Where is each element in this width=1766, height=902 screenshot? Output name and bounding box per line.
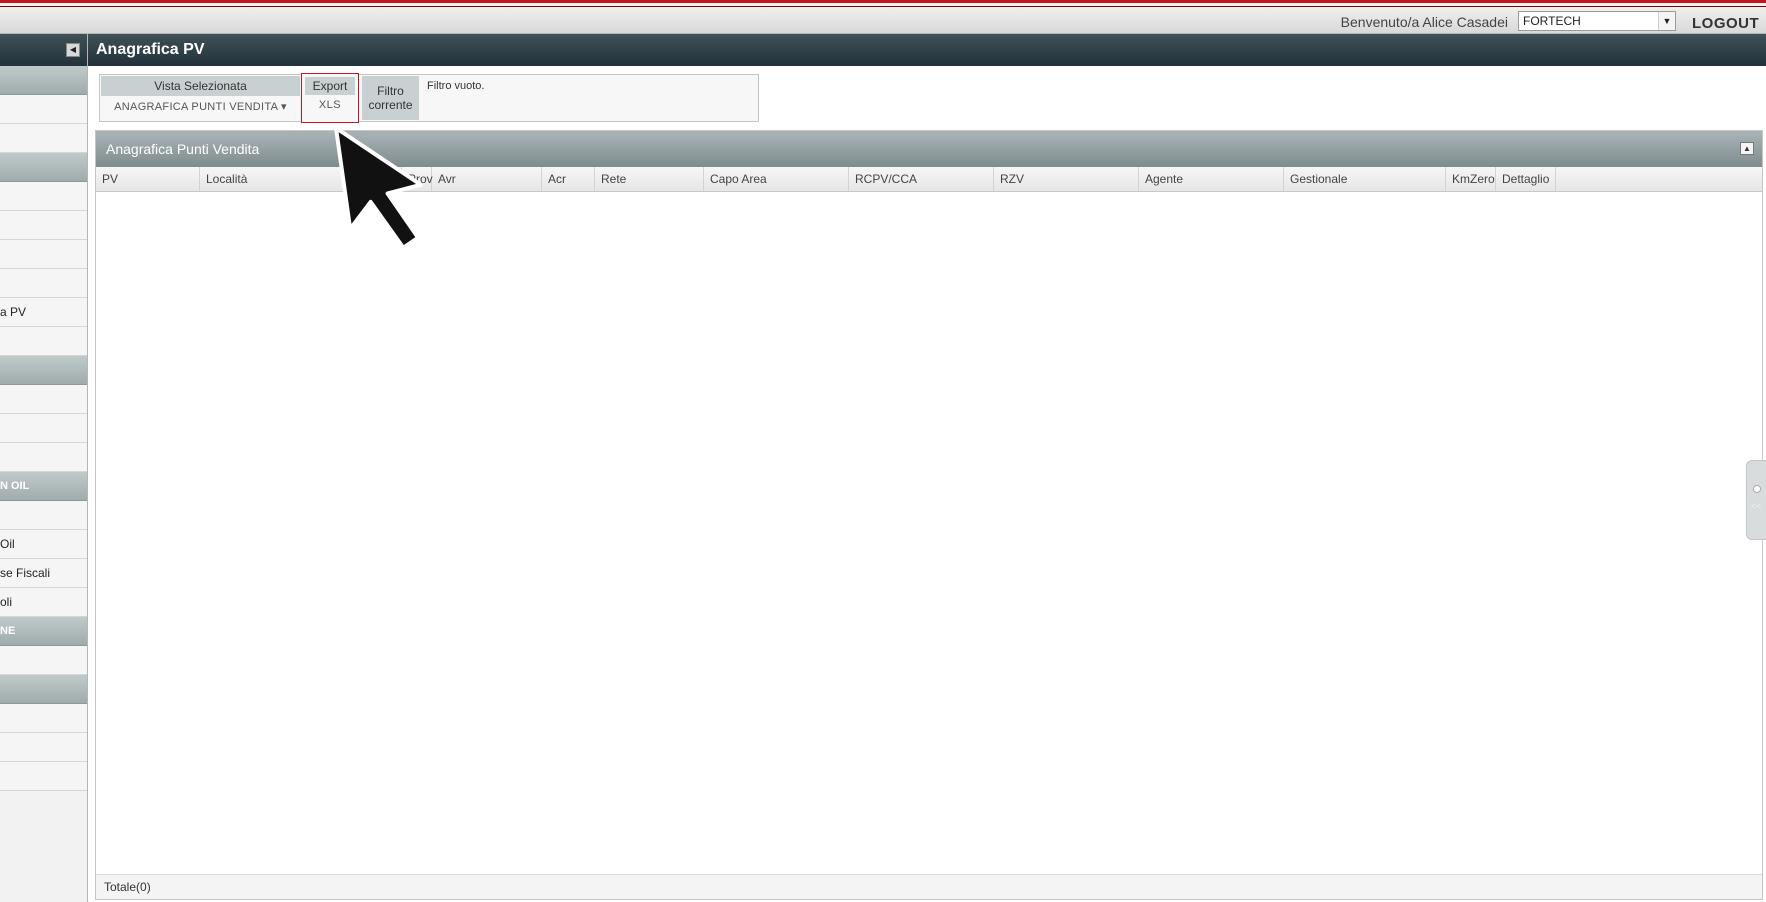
page-title: Anagrafica PV — [96, 41, 205, 58]
sidebar-item[interactable] — [0, 414, 87, 443]
sidebar-group-header[interactable]: N OIL — [0, 472, 87, 501]
sidebar-item[interactable] — [0, 95, 87, 124]
top-bar: Benvenuto/a Alice Casadei FORTECH ▼ LOGO… — [0, 0, 1766, 34]
column-header[interactable]: PV — [96, 167, 200, 191]
column-header[interactable]: RZV — [994, 167, 1139, 191]
sidebar-group-header[interactable] — [0, 675, 87, 704]
column-header[interactable]: RCPV/CCA — [849, 167, 994, 191]
current-filter-label: Filtro corrente — [362, 76, 419, 120]
sidebar-item[interactable] — [0, 182, 87, 211]
chevron-left-icon: << — [1751, 501, 1762, 511]
column-header[interactable]: Capo Area — [704, 167, 849, 191]
welcome-text: Benvenuto/a Alice Casadei — [1340, 14, 1508, 30]
sidebar-item[interactable] — [0, 211, 87, 240]
sidebar-item[interactable] — [0, 124, 87, 153]
sidebar-item[interactable] — [0, 501, 87, 530]
sidebar-item[interactable]: oli — [0, 588, 87, 617]
current-filter-text: Filtro vuoto. — [427, 80, 485, 92]
sidebar-item[interactable] — [0, 646, 87, 675]
view-selector-label: Vista Selezionata — [101, 76, 300, 96]
company-select-value: FORTECH — [1523, 14, 1581, 28]
sidebar-group-header[interactable]: NE — [0, 617, 87, 646]
sidebar-item[interactable]: se Fiscali — [0, 559, 87, 588]
column-header[interactable]: Avr — [432, 167, 542, 191]
grid-footer: Totale(0) — [96, 874, 1762, 899]
sidebar-item[interactable] — [0, 733, 87, 762]
sidebar-group-header[interactable] — [0, 66, 87, 95]
chevron-down-icon[interactable]: ▼ — [1658, 12, 1675, 30]
column-header[interactable]: KmZero — [1446, 167, 1496, 191]
sidebar-item[interactable] — [0, 762, 87, 791]
mouse-cursor-icon — [334, 126, 423, 250]
column-header[interactable]: Acr — [542, 167, 595, 191]
column-header[interactable]: Rete — [595, 167, 704, 191]
page-header: Anagrafica PV — [88, 34, 1766, 66]
column-header[interactable]: Gestionale — [1284, 167, 1446, 191]
sidebar: ◀ a PV N OIL Oil se Fiscali oli NE — [0, 34, 88, 902]
export-group: Export XLS — [301, 73, 359, 123]
sidebar-item[interactable]: Oil — [0, 530, 87, 559]
sidebar-item[interactable] — [0, 327, 87, 356]
grid-title: Anagrafica Punti Vendita — [106, 141, 260, 157]
top-accent-line — [0, 6, 1766, 7]
export-xls-button[interactable]: XLS — [302, 99, 358, 111]
column-header[interactable]: Agente — [1139, 167, 1284, 191]
side-panel-toggle[interactable]: << — [1746, 460, 1766, 540]
sidebar-group-header[interactable] — [0, 153, 87, 182]
sidebar-item[interactable] — [0, 443, 87, 472]
sidebar-item[interactable] — [0, 240, 87, 269]
logout-link[interactable]: LOGOUT — [1692, 15, 1759, 32]
company-select[interactable]: FORTECH ▼ — [1518, 11, 1676, 31]
view-selector-value[interactable]: ANAGRAFICA PUNTI VENDITA ▾ — [101, 96, 300, 118]
view-selector[interactable]: Vista Selezionata ANAGRAFICA PUNTI VENDI… — [101, 76, 300, 120]
sidebar-item[interactable] — [0, 385, 87, 414]
total-count: Totale(0) — [104, 880, 151, 894]
sidebar-item[interactable] — [0, 704, 87, 733]
collapse-panel-icon[interactable]: ▲ — [1740, 142, 1754, 155]
toggle-dot-icon — [1753, 485, 1761, 493]
sidebar-group-header[interactable] — [0, 356, 87, 385]
sidebar-item[interactable] — [0, 269, 87, 298]
column-header[interactable]: Dettaglio — [1496, 167, 1556, 191]
sidebar-item[interactable]: a PV — [0, 298, 87, 327]
sidebar-header: ◀ — [0, 34, 87, 66]
export-label: Export — [305, 77, 355, 95]
collapse-sidebar-icon[interactable]: ◀ — [66, 43, 80, 57]
sidebar-menu: a PV N OIL Oil se Fiscali oli NE — [0, 66, 87, 791]
toolbar: Vista Selezionata ANAGRAFICA PUNTI VENDI… — [99, 73, 759, 123]
